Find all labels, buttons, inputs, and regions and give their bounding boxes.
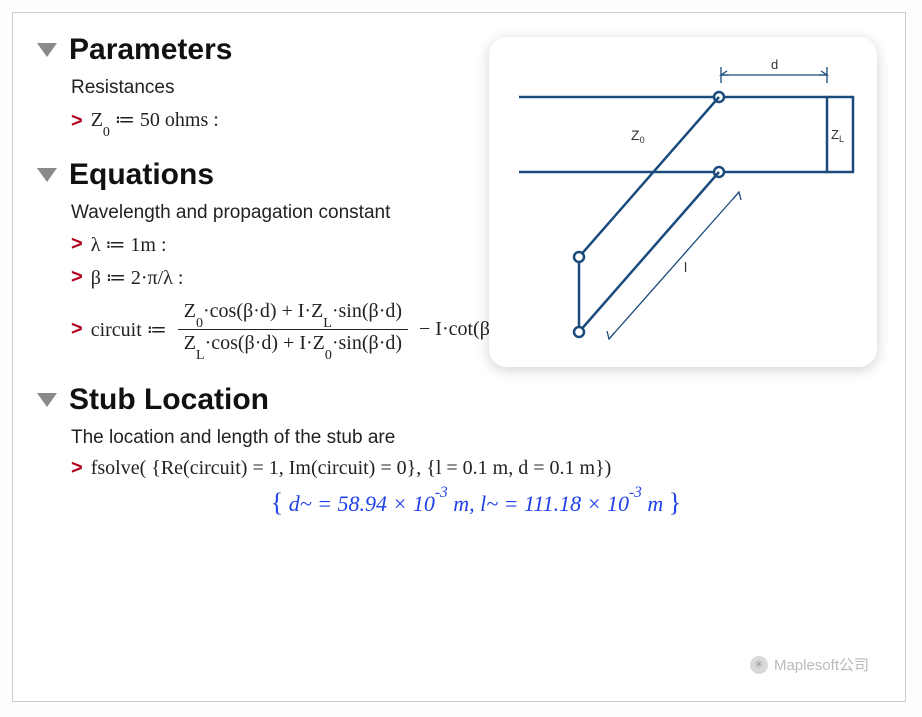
maple-worksheet: Parameters Resistances > Z0 ≔ 50 ohms : …: [12, 12, 906, 702]
numerator: Z0·cos(β·d) + I·ZL·sin(β·d): [178, 298, 408, 329]
watermark-text: Maplesoft公司: [774, 654, 869, 675]
transmission-line-svg: d l Z0 ZL: [509, 57, 857, 347]
stub-desc: The location and length of the stub are: [71, 427, 881, 449]
wechat-icon: ✳: [750, 656, 768, 674]
circuit-expr: circuit ≔ Z0·cos(β·d) + I·ZL·sin(β·d) ZL…: [91, 298, 521, 361]
prompt-icon: >: [71, 318, 83, 341]
fraction: Z0·cos(β·d) + I·ZL·sin(β·d) ZL·cos(β·d) …: [178, 298, 408, 361]
prompt-icon: >: [71, 233, 83, 256]
lambda-expr: λ ≔ 1m :: [91, 232, 167, 257]
prompt-icon: >: [71, 110, 83, 133]
prompt-icon: >: [71, 457, 83, 480]
section-title: Stub Location: [69, 383, 269, 417]
section-title: Parameters: [69, 33, 232, 67]
disclosure-triangle-icon: [37, 393, 57, 407]
prompt-icon: >: [71, 266, 83, 289]
watermark: ✳ Maplesoft公司: [750, 654, 869, 675]
right-brace-icon: }: [669, 488, 681, 517]
disclosure-triangle-icon: [37, 168, 57, 182]
fsolve-call[interactable]: > fsolve( {Re(circuit) = 1, Im(circuit) …: [71, 457, 881, 480]
section-stub-location: Stub Location The location and length of…: [37, 383, 881, 518]
disclosure-triangle-icon: [37, 43, 57, 57]
result-text: d~ = 58.94 × 10-3 m, l~ = 111.18 × 10-3 …: [289, 491, 663, 516]
denominator: ZL·cos(β·d) + I·Z0·sin(β·d): [178, 330, 408, 361]
label-d: d: [771, 57, 778, 72]
label-z0: Z0: [631, 127, 645, 145]
z0-expr: Z0 ≔ 50 ohms :: [91, 107, 219, 136]
label-l: l: [684, 259, 687, 275]
circuit-diagram: d l Z0 ZL: [489, 37, 877, 367]
circuit-label: circuit ≔: [91, 317, 172, 342]
beta-expr: β ≔ 2·π/λ :: [91, 265, 184, 290]
section-title: Equations: [69, 158, 214, 192]
fsolve-expr: fsolve( {Re(circuit) = 1, Im(circuit) = …: [91, 457, 612, 480]
fsolve-result: { d~ = 58.94 × 10-3 m, l~ = 111.18 × 10-…: [71, 488, 881, 518]
section-header-stub[interactable]: Stub Location: [37, 383, 881, 417]
left-brace-icon: {: [271, 488, 283, 517]
